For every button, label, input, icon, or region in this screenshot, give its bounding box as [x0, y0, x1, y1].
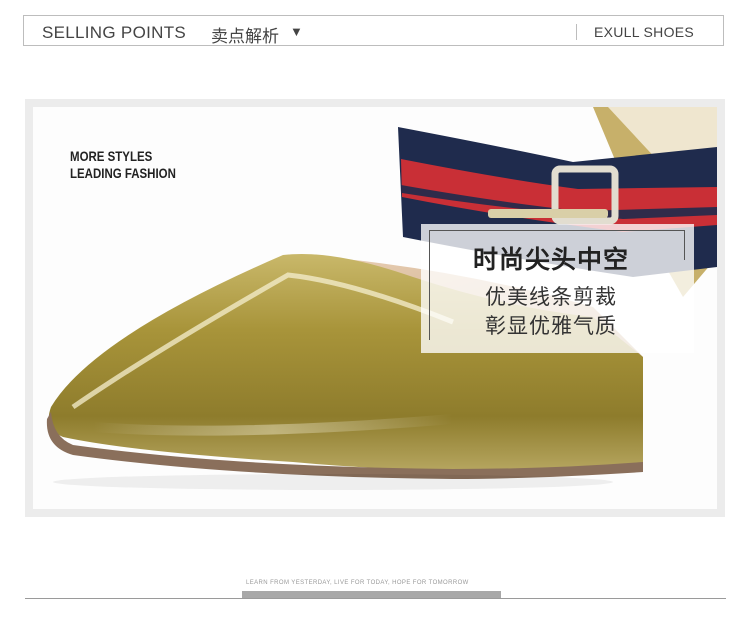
triangle-down-icon: ▼ [290, 24, 303, 39]
caption-line-1: 优美线条剪裁 [485, 285, 617, 309]
section-title-cn: 卖点解析 [211, 27, 279, 47]
caption-title: 时尚尖头中空 [473, 245, 630, 274]
section-header: SELLING POINTS 卖点解析 ▼ EXULL SHOES [23, 15, 724, 47]
header-divider [576, 24, 577, 40]
caption-border-left [429, 230, 430, 340]
brand-name: EXULL SHOES [594, 24, 695, 40]
footer-divider [25, 598, 726, 599]
tagline-line-1: MORE STYLES [70, 148, 153, 164]
footer-accent-bar [242, 591, 501, 598]
footer-slogan: LEARN FROM YESTERDAY, LIVE FOR TODAY, HO… [246, 580, 469, 586]
caption-border-top [429, 230, 685, 231]
feature-caption: 时尚尖头中空 优美线条剪裁 彰显优雅气质 [421, 224, 694, 353]
tagline: MORE STYLES LEADING FASHION [70, 148, 176, 182]
section-title-en: SELLING POINTS [42, 23, 187, 42]
caption-line-2: 彰显优雅气质 [485, 314, 617, 338]
tagline-line-2: LEADING FASHION [70, 165, 176, 181]
caption-border-right [684, 230, 685, 260]
